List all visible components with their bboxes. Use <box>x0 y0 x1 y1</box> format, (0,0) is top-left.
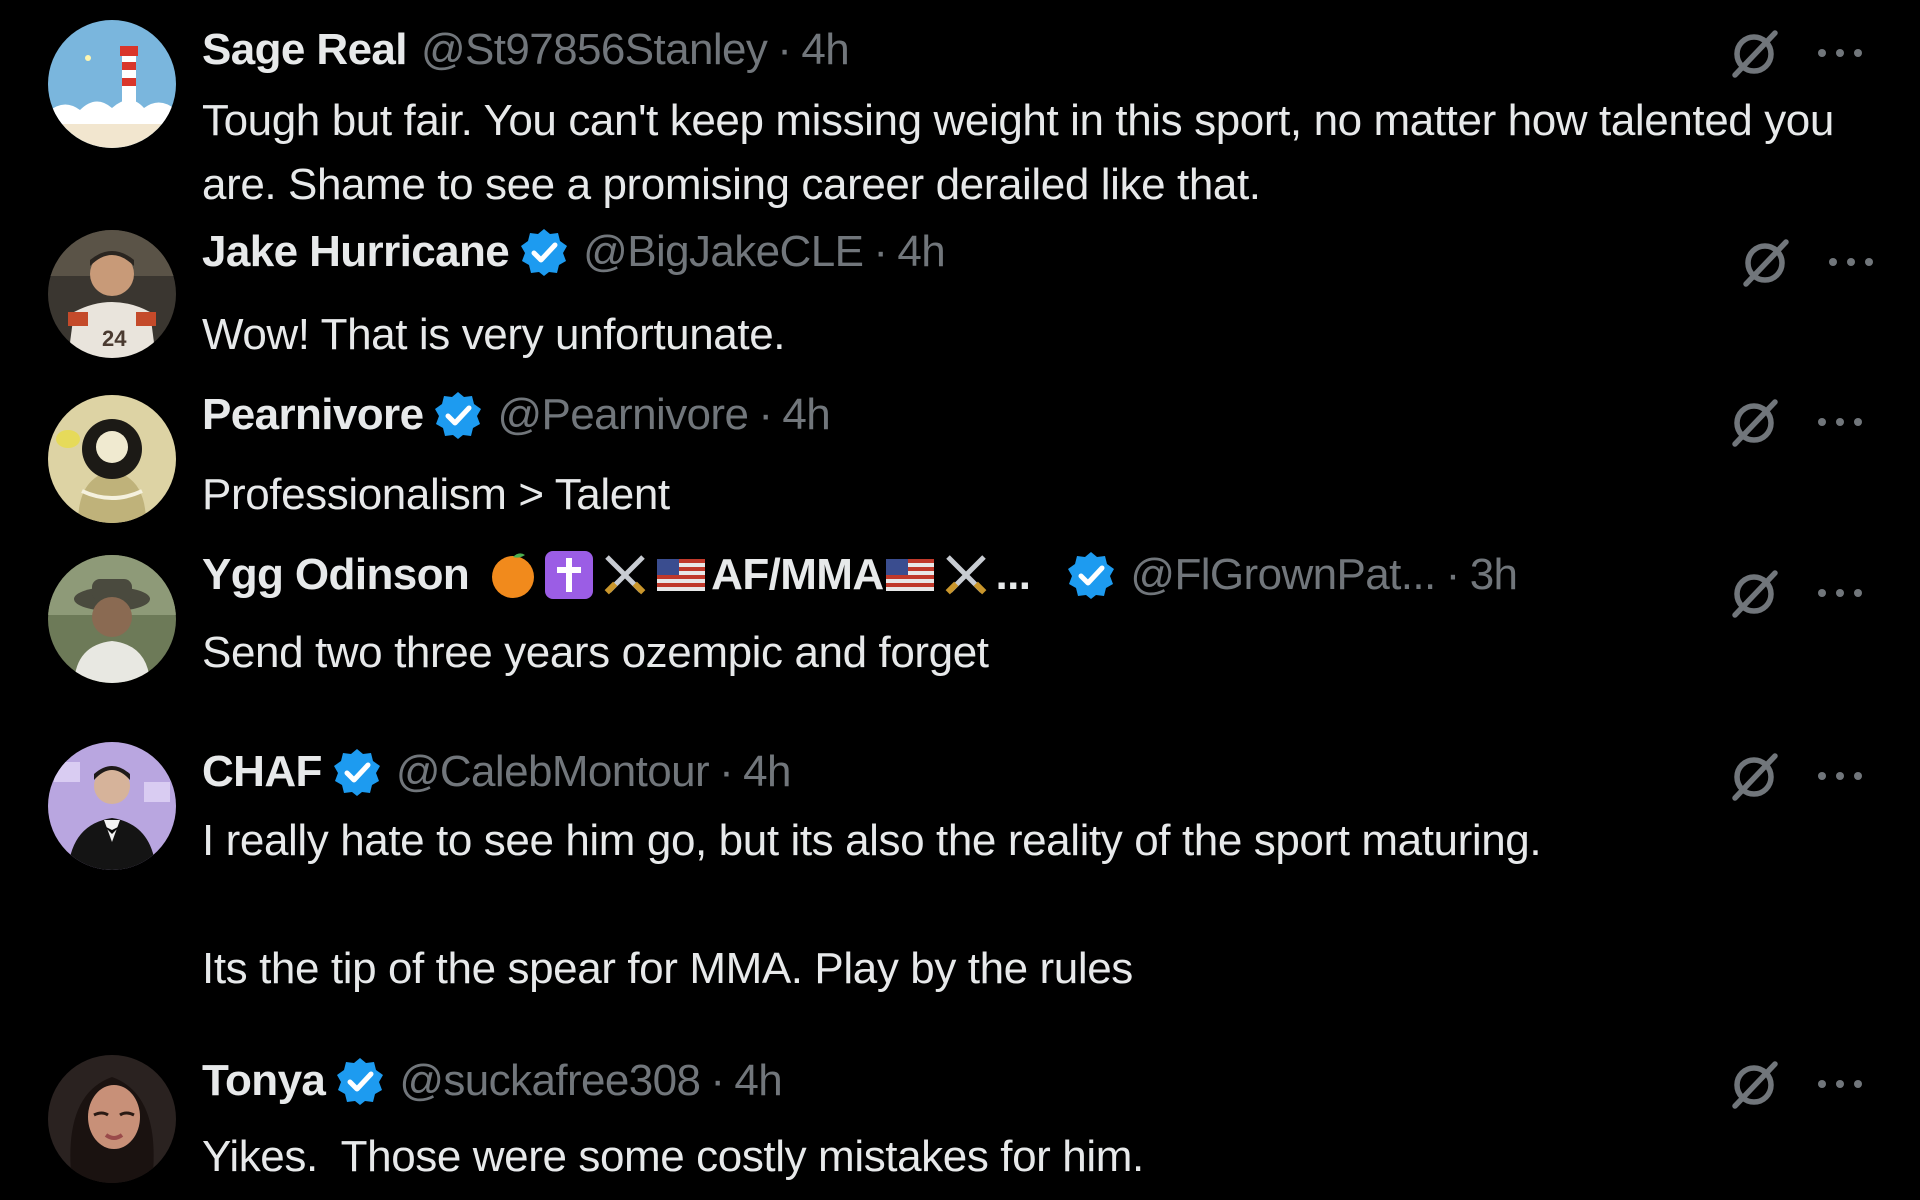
reply-text: Send two three years ozempic and forget <box>202 628 989 677</box>
avatar[interactable] <box>48 555 176 683</box>
name-suffix: AF/MMA <box>711 550 884 599</box>
crossed-swords-emoji <box>599 549 651 601</box>
more-icon[interactable] <box>1812 583 1868 603</box>
avatar[interactable] <box>48 742 176 870</box>
avatar[interactable] <box>48 1055 176 1183</box>
reply-text: Tough but fair. You can't keep missing w… <box>202 96 1846 209</box>
separator-dot: · <box>758 390 773 439</box>
name-emojis: AF/MMA ... <box>487 549 1031 601</box>
avatar[interactable] <box>48 395 176 523</box>
more-icon[interactable] <box>1812 1074 1868 1094</box>
name-ellipsis: ... <box>995 550 1031 599</box>
verified-badge-icon <box>1066 550 1116 600</box>
separator-dot: · <box>719 747 734 796</box>
reply-item[interactable]: Pearnivore @Pearnivore · 4h Professional… <box>0 385 1920 545</box>
avatar[interactable]: 24 <box>48 230 176 358</box>
us-flag-emoji <box>884 549 936 601</box>
verified-badge-icon <box>433 390 483 440</box>
svg-text:24: 24 <box>102 326 127 351</box>
orange-emoji <box>487 549 539 601</box>
author-handle[interactable]: @suckafree308 <box>399 1056 701 1106</box>
separator-dot: · <box>873 227 888 276</box>
author-name[interactable]: Ygg Odinson <box>202 550 470 600</box>
reply-item[interactable]: Tonya @suckafree308 · 4h Yikes. Those we… <box>0 1055 1920 1200</box>
reply-item[interactable]: CHAF @CalebMontour · 4h I really hate to… <box>0 725 1920 1055</box>
more-icon[interactable] <box>1812 766 1868 786</box>
author-name[interactable]: CHAF <box>202 747 322 797</box>
more-icon[interactable] <box>1823 252 1879 272</box>
reply-item[interactable]: Ygg Odinson AF/MMA ... @FlGrownPat... · … <box>0 545 1920 725</box>
separator-dot: · <box>777 25 792 74</box>
reply-item[interactable]: Sage Real @St97856Stanley · 4h Tough but… <box>0 0 1920 225</box>
us-flag-emoji <box>655 549 707 601</box>
reply-text: Wow! That is very unfortunate. <box>202 310 786 359</box>
avatar[interactable] <box>48 20 176 148</box>
author-handle[interactable]: @BigJakeCLE <box>583 227 864 277</box>
crossed-swords-emoji <box>940 549 992 601</box>
timestamp[interactable]: 4h <box>897 227 945 277</box>
timestamp[interactable]: 4h <box>801 25 849 75</box>
more-icon[interactable] <box>1812 43 1868 63</box>
reply-text: Professionalism > Talent <box>202 470 670 519</box>
verified-badge-icon <box>519 227 569 277</box>
reply-item[interactable]: 24 Jake Hurricane @BigJakeCLE · 4h Wow! … <box>0 225 1920 385</box>
grok-icon[interactable] <box>1727 565 1783 621</box>
timestamp[interactable]: 4h <box>734 1056 782 1106</box>
grok-icon[interactable] <box>1727 1056 1783 1112</box>
author-handle[interactable]: @St97856Stanley <box>421 25 768 75</box>
timestamp[interactable]: 4h <box>743 747 791 797</box>
timestamp[interactable]: 4h <box>782 390 830 440</box>
author-name[interactable]: Jake Hurricane <box>202 227 510 277</box>
verified-badge-icon <box>335 1056 385 1106</box>
verified-badge-icon <box>332 747 382 797</box>
grok-icon[interactable] <box>1727 394 1783 450</box>
grok-icon[interactable] <box>1727 25 1783 81</box>
author-handle[interactable]: @CalebMontour <box>396 747 710 797</box>
author-handle[interactable]: @FlGrownPat... <box>1130 550 1436 600</box>
separator-dot: · <box>1445 550 1461 599</box>
latin-cross-emoji <box>543 549 595 601</box>
reply-text: I really hate to see him go, but its als… <box>202 816 1542 993</box>
author-name[interactable]: Tonya <box>202 1056 326 1106</box>
author-name[interactable]: Pearnivore <box>202 390 424 440</box>
author-handle[interactable]: @Pearnivore <box>497 390 748 440</box>
timestamp[interactable]: 3h <box>1470 550 1518 600</box>
grok-icon[interactable] <box>1727 748 1783 804</box>
more-icon[interactable] <box>1812 412 1868 432</box>
author-name[interactable]: Sage Real <box>202 25 408 75</box>
grok-icon[interactable] <box>1738 234 1794 290</box>
separator-dot: · <box>710 1056 725 1105</box>
reply-text: Yikes. Those were some costly mistakes f… <box>202 1132 1144 1181</box>
